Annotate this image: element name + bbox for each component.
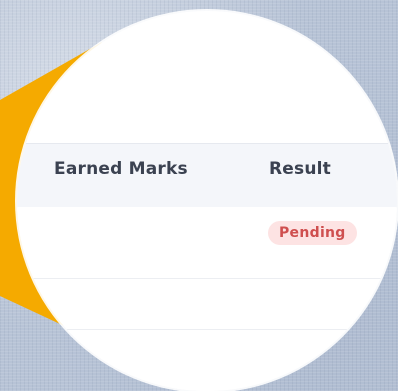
table-row: [17, 279, 397, 330]
status-badge-pending: Pending: [268, 221, 357, 245]
column-header-earned-marks: Earned Marks: [54, 159, 188, 179]
table-row: [17, 330, 397, 391]
results-table: Earned Marks Result Pending: [17, 11, 397, 391]
column-header-result: Result: [269, 159, 331, 179]
zoom-lens: Earned Marks Result Pending: [17, 11, 397, 391]
